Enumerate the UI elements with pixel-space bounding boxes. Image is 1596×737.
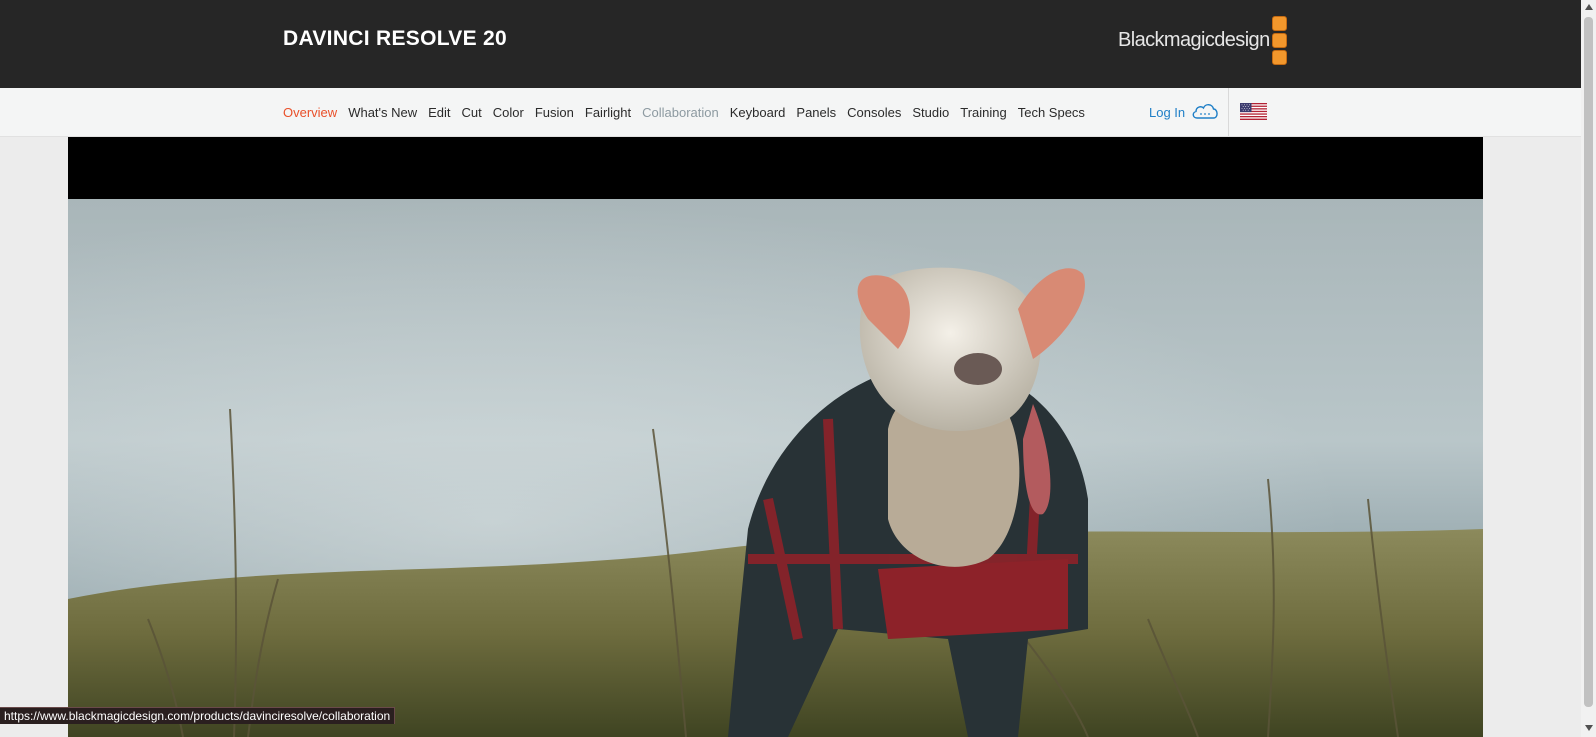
video-frame-dog-running <box>68 199 1483 737</box>
nav-link-studio[interactable]: Studio <box>912 105 949 120</box>
hero-video[interactable] <box>68 137 1483 737</box>
nav-link-panels[interactable]: Panels <box>796 105 836 120</box>
nav-link-overview[interactable]: Overview <box>283 105 337 120</box>
nav-link-training[interactable]: Training <box>960 105 1006 120</box>
logo-squares-icon <box>1271 16 1287 65</box>
scroll-thumb[interactable] <box>1584 17 1593 707</box>
nav-divider <box>1228 88 1229 136</box>
product-nav-bar: Overview What's New Edit Cut Color Fusio… <box>0 88 1581 137</box>
nav-link-keyboard[interactable]: Keyboard <box>730 105 786 120</box>
scroll-down-arrow-icon[interactable] <box>1585 725 1593 731</box>
top-header-bar: DAVINCI RESOLVE 20 Blackmagicdesign <box>0 0 1581 88</box>
logo-wordmark: Blackmagicdesign <box>1118 29 1270 51</box>
login-link[interactable]: Log In <box>1149 88 1220 136</box>
us-flag-icon[interactable] <box>1240 103 1267 120</box>
scroll-up-arrow-icon[interactable] <box>1585 4 1593 10</box>
cloud-icon <box>1190 101 1220 124</box>
nav-links: Overview What's New Edit Cut Color Fusio… <box>283 88 1096 136</box>
nav-link-consoles[interactable]: Consoles <box>847 105 901 120</box>
nav-link-collaboration[interactable]: Collaboration <box>642 105 719 120</box>
nav-link-fusion[interactable]: Fusion <box>535 105 574 120</box>
status-bar-url: https://www.blackmagicdesign.com/product… <box>0 707 396 724</box>
nav-link-color[interactable]: Color <box>493 105 524 120</box>
nav-link-tech-specs[interactable]: Tech Specs <box>1018 105 1085 120</box>
product-title[interactable]: DAVINCI RESOLVE 20 <box>283 27 507 51</box>
login-label: Log In <box>1149 104 1186 120</box>
blackmagic-logo[interactable]: Blackmagicdesign <box>1118 16 1287 65</box>
nav-link-fairlight[interactable]: Fairlight <box>585 105 631 120</box>
nav-link-whats-new[interactable]: What's New <box>348 105 417 120</box>
page-scrollbar[interactable] <box>1581 0 1596 737</box>
nav-link-cut[interactable]: Cut <box>462 105 482 120</box>
nav-link-edit[interactable]: Edit <box>428 105 450 120</box>
